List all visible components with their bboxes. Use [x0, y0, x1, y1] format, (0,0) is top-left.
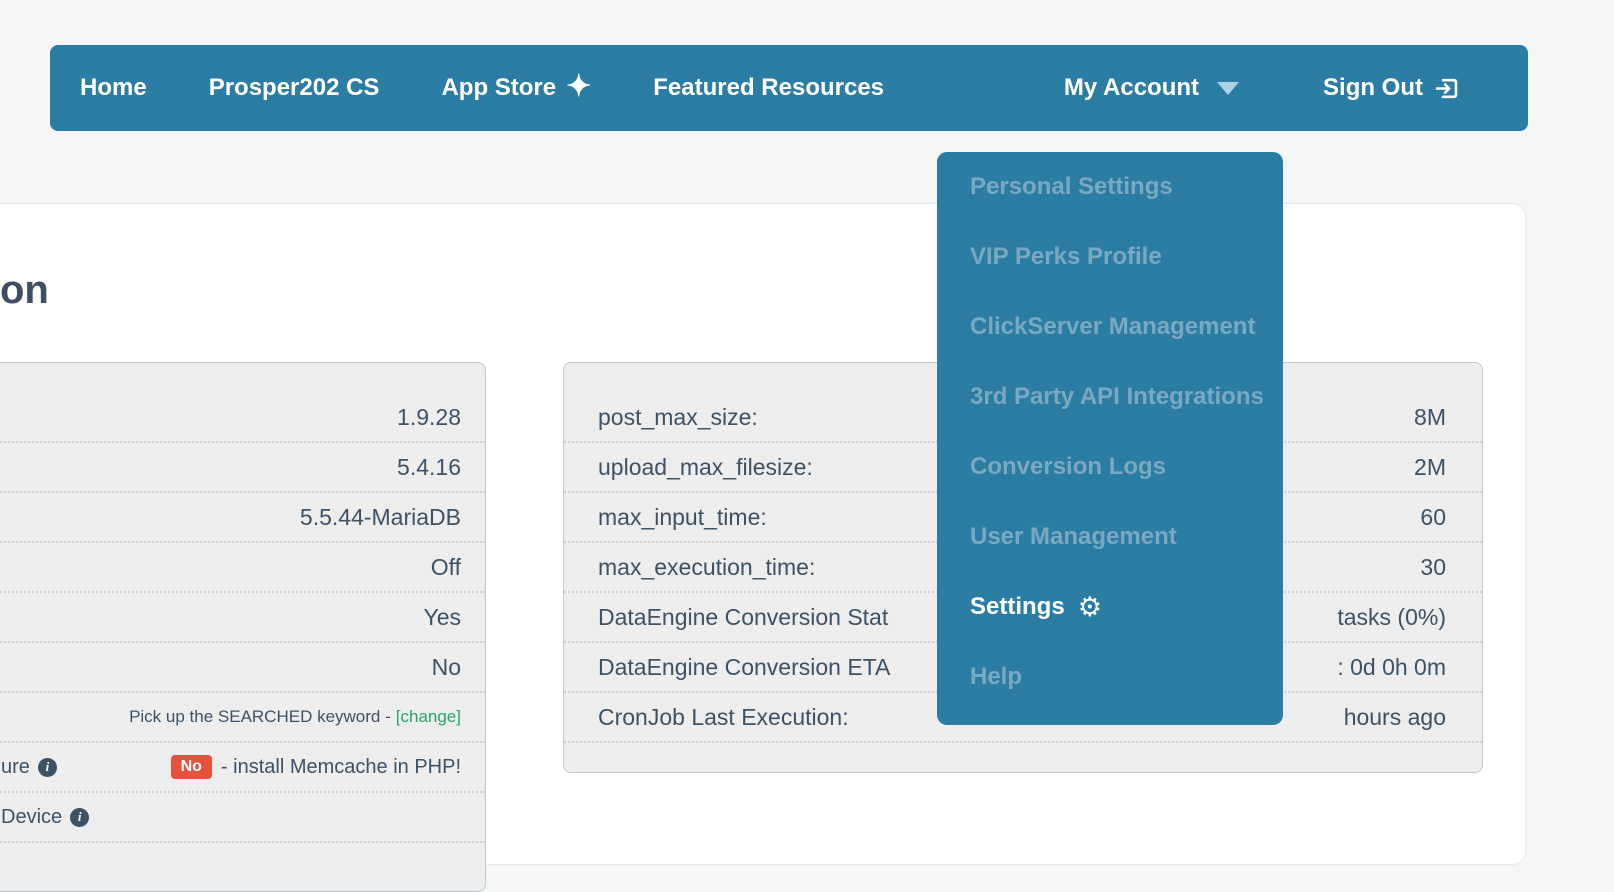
nav-item-prosper202-cs[interactable]: Prosper202 CS — [209, 74, 380, 102]
row-label: DataEngine Conversion ETA — [598, 653, 891, 680]
row-value: Off — [430, 553, 461, 580]
nav-app-store-label: App Store — [441, 74, 557, 101]
menu-label: User Management — [970, 523, 1177, 550]
row-value: : 0d 0h 0m — [1337, 653, 1446, 680]
sign-out-icon — [1435, 78, 1458, 98]
my-account-label: My Account — [1063, 74, 1200, 101]
menu-item-vip-perks-profile[interactable]: VIP Perks Profile — [937, 222, 1283, 292]
menu-item-conversion-logs[interactable]: Conversion Logs — [937, 432, 1283, 502]
memcache-status: No - install Memcache in PHP! — [170, 755, 461, 779]
menu-item-help[interactable]: Help — [937, 642, 1283, 712]
row-label: DataEngine Conversion Stat — [598, 603, 889, 630]
searched-keyword-row: Pick up the SEARCHED keyword - [change] — [0, 693, 485, 743]
menu-item-user-management[interactable]: User Management — [937, 502, 1283, 572]
menu-label: 3rd Party API Integrations — [970, 383, 1264, 410]
menu-label: Personal Settings — [970, 173, 1173, 200]
nav-featured-label: Featured Resources — [653, 74, 885, 101]
row-label: post_max_size: — [598, 403, 758, 430]
nav-home-label: Home — [80, 74, 147, 101]
row-value: 1.9.28 — [397, 403, 461, 430]
nav-item-featured-resources[interactable]: Featured Resources — [653, 74, 884, 102]
menu-label: Settings — [970, 593, 1065, 620]
row-label: upload_max_filesize: — [598, 453, 813, 480]
table-row: 5.4.16 — [0, 443, 485, 493]
menu-label: Conversion Logs — [970, 453, 1167, 480]
menu-item-settings[interactable]: Settings ⚙ — [937, 572, 1283, 642]
table-row: Yes — [0, 593, 485, 643]
status-badge: No — [170, 755, 212, 779]
row-value: 2M — [1414, 453, 1446, 480]
menu-label: Help — [970, 663, 1023, 690]
row-value: 5.5.44-MariaDB — [299, 503, 461, 530]
my-account-dropdown: Personal Settings VIP Perks Profile Clic… — [937, 152, 1283, 725]
nav-right-group: My Account Sign Out — [1064, 74, 1528, 102]
table-row: 5.5.44-MariaDB — [0, 493, 485, 543]
menu-item-3rd-party-api-integrations[interactable]: 3rd Party API Integrations — [937, 362, 1283, 432]
chevron-down-icon — [1217, 81, 1240, 95]
table-row: No — [0, 643, 485, 693]
row-value: 5.4.16 — [397, 453, 461, 480]
nav-left-group: Home Prosper202 CS App Store ✦ Featured … — [50, 70, 884, 103]
sign-out-label: Sign Out — [1323, 74, 1423, 101]
row-value: hours ago — [1343, 703, 1446, 730]
server-info-panel: 1.9.28 5.4.16 5.5.44-MariaDB Off Yes No … — [0, 362, 486, 892]
memcache-label: ure i — [1, 756, 57, 779]
menu-item-clickserver-management[interactable]: ClickServer Management — [937, 292, 1283, 362]
nav-item-app-store[interactable]: App Store ✦ — [441, 70, 592, 103]
partial-label-text: Device — [1, 805, 63, 828]
row-value: 60 — [1420, 503, 1446, 530]
page-title: on — [0, 268, 49, 312]
sparkle-star-icon: ✦ — [566, 70, 592, 103]
row-label: CronJob Last Execution: — [598, 703, 849, 730]
nav-item-home[interactable]: Home — [80, 74, 147, 102]
partial-row-label: Device i — [1, 805, 90, 829]
table-row: 1.9.28 — [0, 393, 485, 443]
row-value: Yes — [423, 603, 461, 630]
row-label: max_input_time: — [598, 503, 767, 530]
searched-keyword-text: Pick up the SEARCHED keyword - — [129, 707, 391, 726]
nav-prosper202-label: Prosper202 CS — [208, 74, 380, 101]
memcache-row: ure i No - install Memcache in PHP! — [0, 743, 485, 793]
row-value: tasks (0%) — [1337, 603, 1446, 630]
menu-label: VIP Perks Profile — [970, 243, 1162, 270]
row-value: 30 — [1420, 553, 1446, 580]
memcache-status-text: - install Memcache in PHP! — [220, 755, 461, 778]
row-value: No — [431, 653, 461, 680]
change-link[interactable]: [change] — [396, 707, 461, 727]
row-label: max_execution_time: — [598, 553, 816, 580]
gear-icon: ⚙ — [1077, 591, 1102, 622]
memcache-label-text: ure — [1, 755, 30, 778]
nav-item-my-account[interactable]: My Account — [1063, 74, 1240, 102]
partial-row: Device i — [0, 793, 485, 843]
menu-label: ClickServer Management — [970, 313, 1256, 340]
table-row: Off — [0, 543, 485, 593]
menu-item-personal-settings[interactable]: Personal Settings — [937, 152, 1283, 222]
row-value: 8M — [1414, 403, 1446, 430]
info-icon[interactable]: i — [37, 757, 57, 777]
info-icon[interactable]: i — [70, 807, 90, 827]
top-navbar: Home Prosper202 CS App Store ✦ Featured … — [50, 45, 1528, 131]
nav-item-sign-out[interactable]: Sign Out — [1323, 74, 1460, 102]
